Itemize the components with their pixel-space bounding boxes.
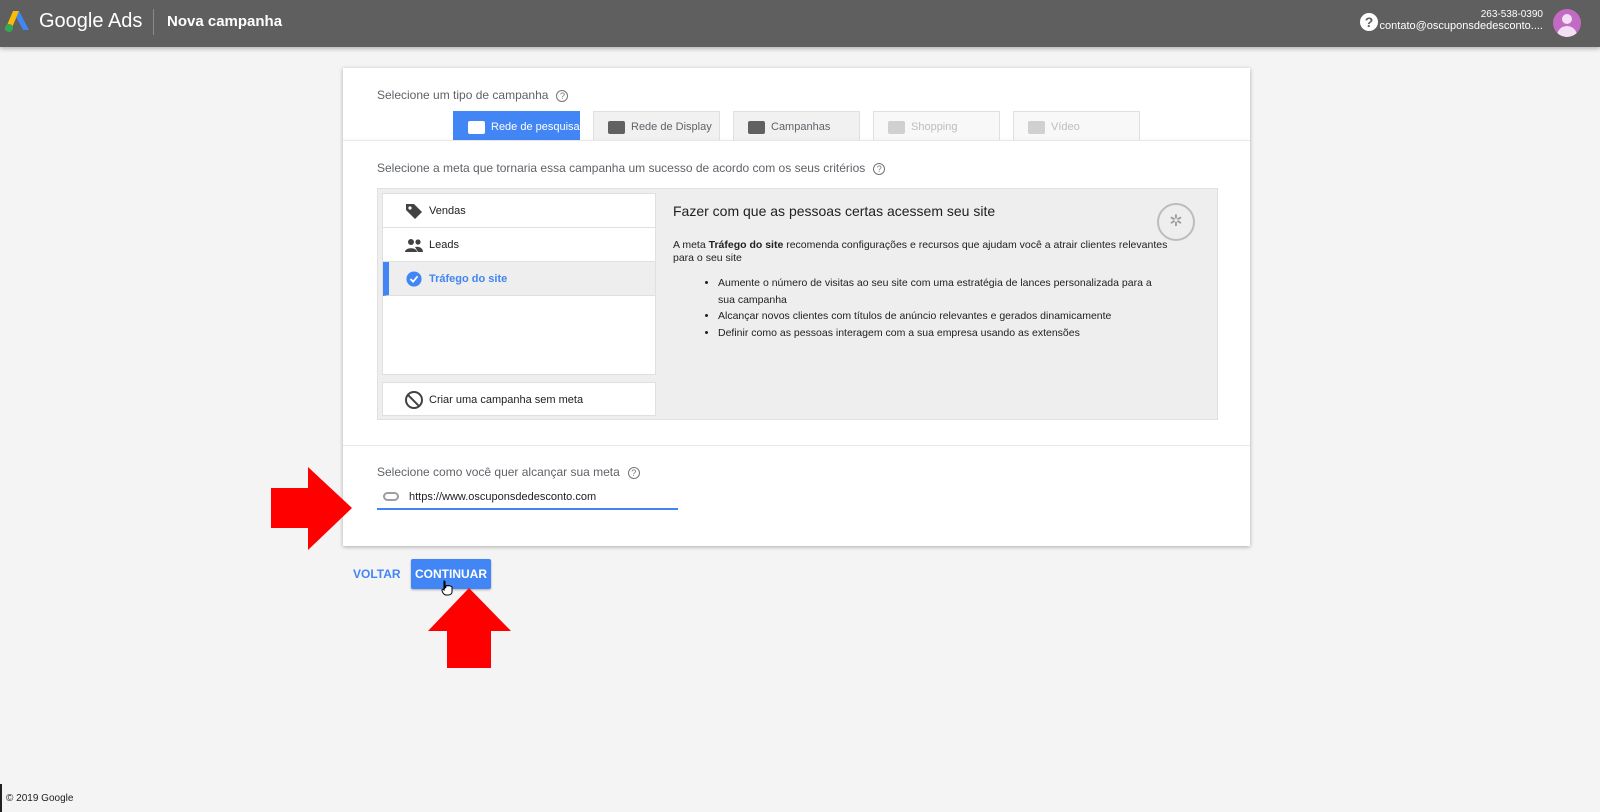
website-url-input[interactable] — [409, 489, 674, 505]
tab-shopping: Shopping — [873, 111, 1000, 141]
page-title: Nova campanha — [167, 13, 283, 30]
goal-item-trafego-do-site[interactable]: Tráfego do site — [383, 262, 655, 296]
help-circle-icon[interactable]: ? — [627, 466, 640, 479]
avatar-body-shape — [1557, 26, 1577, 37]
desc-bold: Tráfego do site — [708, 239, 784, 251]
annotation-arrow-right-icon — [271, 467, 352, 550]
campaign-type-label: Selecione um tipo de campanha — [377, 88, 549, 102]
tab-label: Shopping — [911, 121, 958, 133]
tag-icon — [406, 204, 422, 219]
google-ads-logo-icon[interactable] — [4, 9, 30, 33]
annotation-arrow-up-icon — [428, 588, 511, 668]
tab-label: Rede de Display — [631, 121, 712, 133]
goal-panel: Vendas Leads Tráfego do site Criar uma c… — [377, 188, 1218, 420]
desc-prefix: A meta — [673, 239, 709, 251]
tab-video: Vídeo — [1013, 111, 1140, 141]
goal-item-sem-meta[interactable]: Criar uma campanha sem meta — [382, 382, 656, 416]
goal-list: Vendas Leads Tráfego do site — [382, 193, 656, 375]
header-divider — [153, 9, 154, 35]
back-button[interactable]: VOLTAR — [353, 567, 401, 581]
goal-detail-title: Fazer com que as pessoas certas acessem … — [673, 203, 996, 219]
campaign-setup-card: Selecione um tipo de campanha? Rede de p… — [343, 68, 1250, 546]
tab-rede-de-pesquisa[interactable]: Rede de pesquisa — [453, 111, 580, 141]
goal-label: Selecione a meta que tornaria essa campa… — [377, 161, 866, 175]
account-id[interactable]: 263-538-0390 — [1481, 9, 1543, 20]
goal-item-label: Criar uma campanha sem meta — [429, 394, 584, 406]
goal-item-label: Leads — [429, 239, 459, 251]
tab-campanhas[interactable]: Campanhas — [733, 111, 860, 141]
goal-detail-bullets: Aumente o número de visitas ao seu site … — [700, 275, 1170, 341]
link-icon — [383, 492, 399, 501]
block-icon — [405, 391, 423, 409]
check-circle-icon — [406, 271, 422, 287]
goal-item-leads[interactable]: Leads — [383, 228, 655, 262]
account-email[interactable]: contato@oscuponsdedesconto.... — [1380, 20, 1543, 32]
list-item: Aumente o número de visitas ao seu site … — [718, 275, 1170, 308]
shopping-tag-icon — [888, 121, 905, 134]
campaign-type-section-label: Selecione um tipo de campanha? — [377, 88, 569, 102]
help-circle-icon[interactable]: ? — [556, 89, 569, 102]
brand-name[interactable]: Google Ads — [39, 10, 142, 33]
video-icon — [1028, 121, 1045, 134]
section-divider — [343, 140, 1250, 141]
avatar[interactable] — [1553, 9, 1581, 37]
help-icon[interactable]: ? — [1360, 13, 1378, 31]
hand-cursor-icon — [441, 580, 453, 596]
top-bar: Google Ads Nova campanha ? 263-538-0390 … — [0, 0, 1600, 47]
goal-item-vendas[interactable]: Vendas — [383, 194, 655, 228]
avatar-head-shape — [1562, 14, 1572, 24]
tab-label: Campanhas — [771, 121, 831, 133]
tab-label: Vídeo — [1051, 121, 1080, 133]
goal-detail-description: A meta Tráfego do site recomenda configu… — [673, 239, 1173, 265]
video-campaign-icon — [748, 121, 765, 134]
goal-item-label: Tráfego do site — [429, 273, 508, 285]
footer-copyright: © 2019 Google — [6, 793, 74, 804]
cursor-click-icon: ✲ — [1157, 203, 1195, 241]
help-circle-icon[interactable]: ? — [873, 162, 886, 175]
display-icon — [608, 121, 625, 134]
list-item: Definir como as pessoas interagem com a … — [718, 325, 1170, 342]
goal-item-label: Vendas — [429, 205, 466, 217]
footer-bar — [0, 784, 2, 812]
website-url-field — [377, 488, 678, 510]
tab-rede-de-display[interactable]: Rede de Display — [593, 111, 720, 141]
people-icon — [405, 239, 423, 252]
section-divider — [343, 445, 1250, 446]
search-icon — [468, 121, 485, 134]
tab-label: Rede de pesquisa — [491, 121, 580, 133]
reach-label: Selecione como você quer alcançar sua me… — [377, 465, 620, 479]
list-item: Alcançar novos clientes com títulos de a… — [718, 308, 1170, 325]
goal-section-label: Selecione a meta que tornaria essa campa… — [377, 161, 886, 175]
reach-section-label: Selecione como você quer alcançar sua me… — [377, 465, 640, 479]
